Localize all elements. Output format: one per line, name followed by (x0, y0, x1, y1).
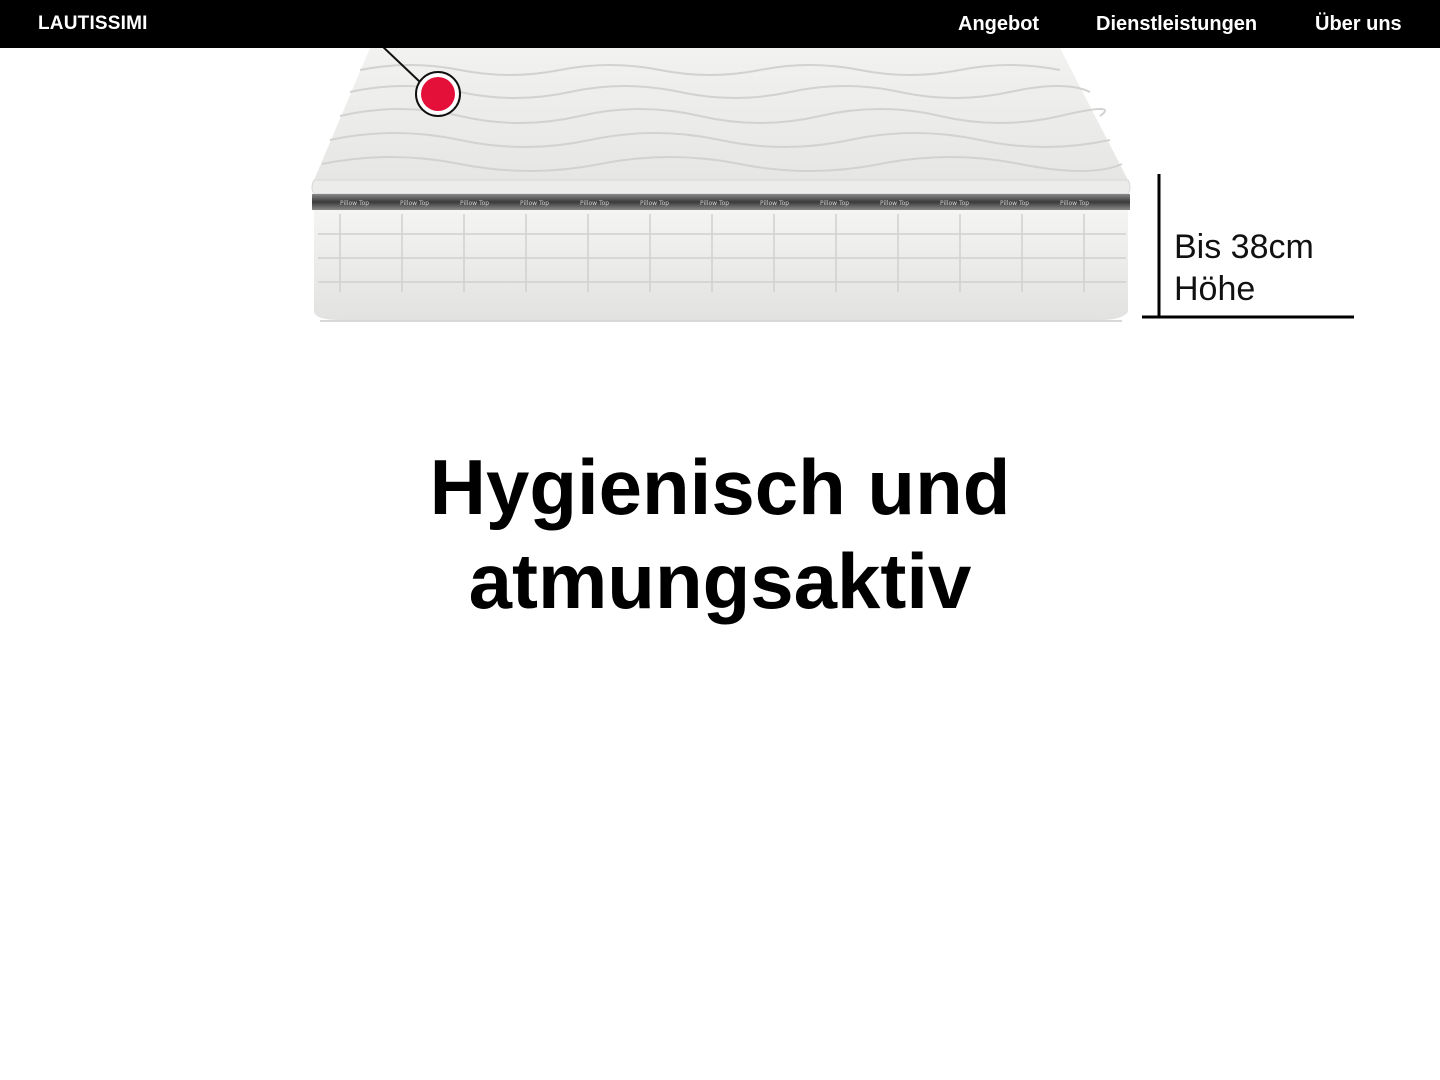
height-label-value: Bis 38cm (1174, 228, 1314, 266)
nav-link-ueber-uns[interactable]: Über uns (1315, 13, 1402, 36)
svg-text:Pillow Top: Pillow Top (820, 200, 849, 207)
svg-text:Pillow Top: Pillow Top (640, 200, 669, 207)
mattress-side (314, 210, 1128, 320)
hero-headline: Hygienisch und atmungsaktiv (0, 440, 1440, 628)
svg-text:Pillow Top: Pillow Top (700, 200, 729, 207)
feature-hotspot-button[interactable] (415, 71, 461, 117)
svg-text:Pillow Top: Pillow Top (520, 200, 549, 207)
hero-headline-line2: atmungsaktiv (468, 537, 972, 625)
svg-text:Pillow Top: Pillow Top (400, 200, 429, 207)
svg-text:Pillow Top: Pillow Top (340, 200, 369, 207)
height-label: Bis 38cm Höhe (1174, 226, 1314, 310)
svg-text:Pillow Top: Pillow Top (940, 200, 969, 207)
svg-text:Pillow Top: Pillow Top (580, 200, 609, 207)
height-label-unit: Höhe (1174, 270, 1256, 308)
brand-logo[interactable]: LAUTISSIMI (38, 13, 148, 35)
nav-link-angebot[interactable]: Angebot (958, 13, 1039, 36)
top-navigation-bar: LAUTISSIMI Angebot Dienstleistungen Über… (0, 0, 1440, 48)
svg-text:Pillow Top: Pillow Top (1060, 200, 1089, 207)
nav-link-dienstleistungen[interactable]: Dienstleistungen (1096, 13, 1257, 36)
hotspot-dot-icon (421, 77, 455, 111)
hero-headline-line1: Hygienisch und (429, 443, 1011, 531)
page: LAUTISSIMI Angebot Dienstleistungen Über… (0, 0, 1440, 1080)
svg-text:Pillow Top: Pillow Top (760, 200, 789, 207)
svg-text:Pillow Top: Pillow Top (460, 200, 489, 207)
svg-text:Pillow Top: Pillow Top (880, 200, 909, 207)
svg-text:Pillow Top: Pillow Top (1000, 200, 1029, 207)
